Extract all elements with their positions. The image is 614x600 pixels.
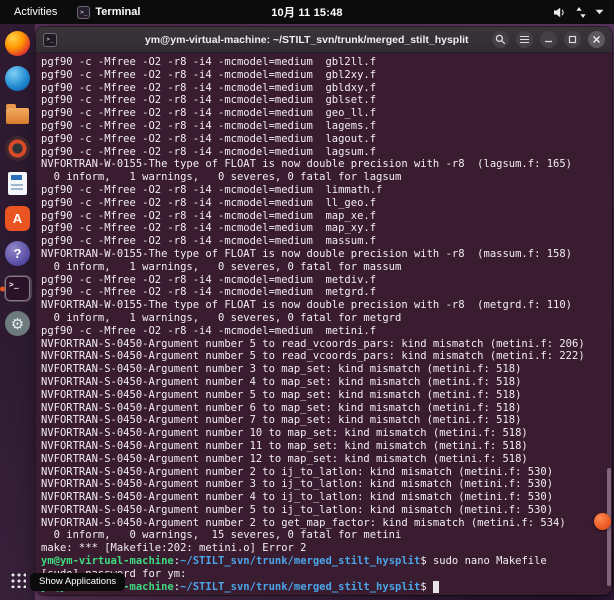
dock-item-terminal[interactable]: >_ [4,275,32,302]
terminal-line: pgf90 -c -Mfree -O2 -r8 -i4 -mcmodel=med… [41,286,612,299]
terminal-window: >_ ym@ym-virtual-machine: ~/STILT_svn/tr… [36,27,612,595]
rhythmbox-icon [5,136,30,161]
minimize-icon [544,35,553,44]
terminal-line: pgf90 -c -Mfree -O2 -r8 -i4 -mcmodel=med… [41,210,612,223]
terminal-line: pgf90 -c -Mfree -O2 -r8 -i4 -mcmodel=med… [41,184,612,197]
terminal-line: pgf90 -c -Mfree -O2 -r8 -i4 -mcmodel=med… [41,146,612,159]
titlebar[interactable]: >_ ym@ym-virtual-machine: ~/STILT_svn/tr… [36,27,612,53]
terminal-line: pgf90 -c -Mfree -O2 -r8 -i4 -mcmodel=med… [41,274,612,287]
search-button[interactable] [492,31,509,48]
terminal-line: NVFORTRAN-S-0450-Argument number 5 to ma… [41,389,612,402]
terminal-line: pgf90 -c -Mfree -O2 -r8 -i4 -mcmodel=med… [41,197,612,210]
terminal-line: [sudo] password for ym: [41,568,612,581]
terminal-line: NVFORTRAN-S-0450-Argument number 4 to ma… [41,376,612,389]
system-tray[interactable] [554,7,604,18]
close-icon [592,35,601,44]
terminal-line: pgf90 -c -Mfree -O2 -r8 -i4 -mcmodel=med… [41,222,612,235]
top-bar: Activities >_ Terminal 10月 11 15:48 [0,0,614,24]
minimize-button[interactable] [540,31,557,48]
window-title: ym@ym-virtual-machine: ~/STILT_svn/trunk… [145,34,469,46]
search-icon [495,34,506,45]
terminal-line: NVFORTRAN-S-0450-Argument number 4 to ij… [41,491,612,504]
terminal-line: NVFORTRAN-S-0450-Argument number 5 to re… [41,350,612,363]
terminal-line: NVFORTRAN-S-0450-Argument number 2 to ge… [41,517,612,530]
window-icon: >_ [43,33,57,47]
terminal-line: pgf90 -c -Mfree -O2 -r8 -i4 -mcmodel=med… [41,107,612,120]
terminal-line: NVFORTRAN-S-0450-Argument number 12 to m… [41,453,612,466]
terminal-icon: >_ [5,276,30,301]
terminal-line: 0 inform, 1 warnings, 0 severes, 0 fatal… [41,312,612,325]
dock-item-files[interactable] [4,100,32,127]
menu-button[interactable] [516,31,533,48]
running-indicator-dot [0,286,5,291]
close-button[interactable] [588,31,605,48]
maximize-icon [568,35,577,44]
maximize-button[interactable] [564,31,581,48]
terminal-line: 0 inform, 1 warnings, 0 severes, 0 fatal… [41,261,612,274]
dock-item-thunderbird[interactable] [4,65,32,92]
dock-item-firefox[interactable] [4,30,32,57]
help-icon: ? [5,241,30,266]
dock-item-settings[interactable]: ⚙ [4,310,32,337]
terminal-line: pgf90 -c -Mfree -O2 -r8 -i4 -mcmodel=med… [41,235,612,248]
volume-icon[interactable] [554,7,567,18]
hamburger-icon [520,36,529,43]
orange-indicator-dot[interactable] [594,513,611,530]
terminal-line: make: *** [Makefile:202: metini.o] Error… [41,542,612,555]
titlebar-buttons [492,31,605,48]
terminal-line: pgf90 -c -Mfree -O2 -r8 -i4 -mcmodel=med… [41,325,612,338]
firefox-icon [5,31,30,56]
terminal-line: ym@ym-virtual-machine:~/STILT_svn/trunk/… [41,581,612,594]
clock[interactable]: 10月 11 15:48 [271,4,343,20]
terminal-line: pgf90 -c -Mfree -O2 -r8 -i4 -mcmodel=med… [41,94,612,107]
dock-item-libreoffice-writer[interactable] [4,170,32,197]
scrollbar[interactable] [606,54,612,594]
terminal-line: 0 inform, 0 warnings, 15 severes, 0 fata… [41,529,612,542]
terminal-line: NVFORTRAN-S-0450-Argument number 2 to ij… [41,466,612,479]
terminal-line: pgf90 -c -Mfree -O2 -r8 -i4 -mcmodel=med… [41,56,612,69]
files-folder-icon [6,108,29,124]
terminal-app-icon: >_ [77,6,90,19]
network-arrows-icon[interactable] [576,7,586,18]
activities-button[interactable]: Activities [10,4,61,20]
terminal-line: pgf90 -c -Mfree -O2 -r8 -i4 -mcmodel=med… [41,120,612,133]
chevron-down-icon[interactable] [595,9,604,15]
terminal-line: NVFORTRAN-S-0450-Argument number 3 to ma… [41,363,612,376]
terminal-output[interactable]: pgf90 -c -Mfree -O2 -r8 -i4 -mcmodel=med… [36,53,612,595]
terminal-line: pgf90 -c -Mfree -O2 -r8 -i4 -mcmodel=med… [41,69,612,82]
show-applications-button[interactable] [5,567,31,593]
terminal-line: NVFORTRAN-W-0155-The type of FLOAT is no… [41,158,612,171]
dock-item-ubuntu-software[interactable]: A [4,205,32,232]
terminal-line: pgf90 -c -Mfree -O2 -r8 -i4 -mcmodel=med… [41,133,612,146]
terminal-line: pgf90 -c -Mfree -O2 -r8 -i4 -mcmodel=med… [41,82,612,95]
terminal-line: NVFORTRAN-W-0155-The type of FLOAT is no… [41,299,612,312]
thunderbird-icon [5,66,30,91]
terminal-line: NVFORTRAN-S-0450-Argument number 6 to ma… [41,402,612,415]
terminal-line: NVFORTRAN-S-0450-Argument number 10 to m… [41,427,612,440]
ubuntu-software-icon: A [5,206,30,231]
dock: A ? >_ ⚙ [0,24,35,600]
gear-icon: ⚙ [5,311,30,336]
terminal-line: 0 inform, 1 warnings, 0 severes, 0 fatal… [41,171,612,184]
terminal-line: NVFORTRAN-S-0450-Argument number 11 to m… [41,440,612,453]
terminal-line: NVFORTRAN-S-0450-Argument number 5 to ij… [41,504,612,517]
show-applications-tooltip: Show Applications [30,573,125,591]
dock-item-help[interactable]: ? [4,240,32,267]
terminal-line: NVFORTRAN-S-0450-Argument number 5 to re… [41,338,612,351]
libreoffice-writer-icon [8,172,27,195]
terminal-line: ym@ym-virtual-machine:~/STILT_svn/trunk/… [41,555,612,568]
grid-icon [10,572,26,588]
app-menu[interactable]: >_ Terminal [77,6,140,19]
app-menu-label: Terminal [95,6,140,18]
terminal-line: NVFORTRAN-S-0450-Argument number 7 to ma… [41,414,612,427]
terminal-line: NVFORTRAN-S-0450-Argument number 3 to ij… [41,478,612,491]
terminal-line: NVFORTRAN-W-0155-The type of FLOAT is no… [41,248,612,261]
dock-item-rhythmbox[interactable] [4,135,32,162]
